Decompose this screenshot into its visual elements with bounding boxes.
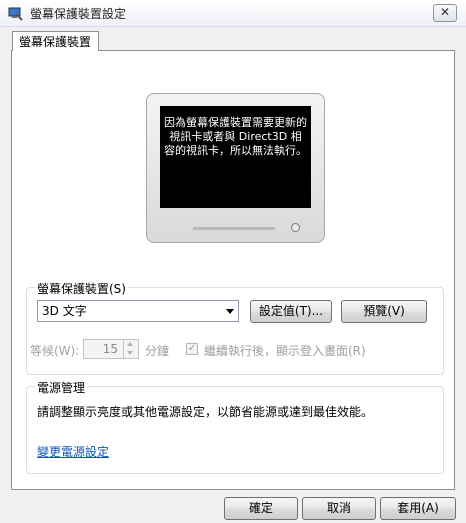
monitor-slot xyxy=(193,227,275,230)
title-bar: 螢幕保護裝置設定 ✕ xyxy=(0,0,466,27)
checkmark-icon: ✓ xyxy=(187,343,197,354)
chevron-down-icon xyxy=(226,309,234,314)
screensaver-settings-icon xyxy=(8,7,23,21)
window-title: 螢幕保護裝置設定 xyxy=(30,7,127,21)
resume-label: 繼續執行後，顯示登入畫面(R) xyxy=(204,344,366,358)
preview-message: 因為螢幕保護裝置需要更新的視訊卡或者與 Direct3D 相容的視訊卡，所以無法… xyxy=(164,116,307,157)
change-power-settings-link[interactable]: 變更電源設定 xyxy=(37,443,109,460)
screensaver-selected-value: 3D 文字 xyxy=(42,304,87,318)
close-icon: ✕ xyxy=(439,5,451,19)
monitor-preview: 因為螢幕保護裝置需要更新的視訊卡或者與 Direct3D 相容的視訊卡，所以無法… xyxy=(146,93,325,243)
resume-checkbox[interactable]: ✓ xyxy=(186,343,198,355)
spin-up-icon xyxy=(127,342,133,346)
wait-label: 等候(W): xyxy=(30,344,80,358)
wait-value: 15 xyxy=(102,342,118,356)
power-description: 請調整顯示亮度或其他電源設定，以節省能源或達到最佳效能。 xyxy=(37,405,374,419)
tab-panel: 因為螢幕保護裝置需要更新的視訊卡或者與 Direct3D 相容的視訊卡，所以無法… xyxy=(11,50,455,490)
preview-button[interactable]: 預覽(V) xyxy=(341,300,427,323)
cancel-button[interactable]: 取消 xyxy=(302,497,376,520)
close-button[interactable]: ✕ xyxy=(433,4,457,22)
tab-screensaver[interactable]: 螢幕保護裝置 xyxy=(12,31,99,51)
spin-down-icon xyxy=(127,351,133,355)
power-group: 電源管理 xyxy=(26,379,444,474)
power-group-label: 電源管理 xyxy=(35,379,88,396)
settings-button[interactable]: 設定值(T)... xyxy=(250,300,332,323)
screensaver-group-label: 螢幕保護裝置(S) xyxy=(35,280,128,297)
wait-stepper[interactable]: 15 xyxy=(83,339,139,359)
screensaver-select[interactable]: 3D 文字 xyxy=(37,300,239,322)
wait-unit: 分鐘 xyxy=(145,344,170,358)
apply-button[interactable]: 套用(A) xyxy=(380,497,456,520)
ok-button[interactable]: 確定 xyxy=(224,497,298,520)
power-light-icon xyxy=(291,223,300,232)
preview-screen: 因為螢幕保護裝置需要更新的視訊卡或者與 Direct3D 相容的視訊卡，所以無法… xyxy=(160,106,311,208)
spin-buttons[interactable] xyxy=(123,340,138,358)
